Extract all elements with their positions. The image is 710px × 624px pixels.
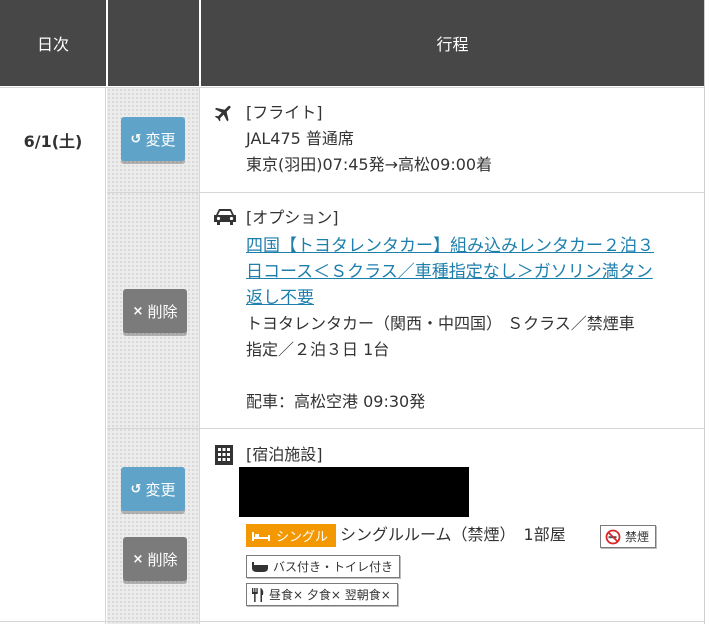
column-header-actions bbox=[108, 0, 199, 86]
day-date: 6/1(土) bbox=[23, 132, 83, 151]
header-divider bbox=[0, 87, 704, 88]
hotel-change-button[interactable]: ↺ 変更 bbox=[121, 467, 185, 511]
option-detail-line: 指定／２泊３日 1台 bbox=[246, 340, 390, 359]
room-description: シングルルーム（禁煙） 1部屋 bbox=[340, 525, 566, 544]
smoking-badge: 禁煙 bbox=[600, 525, 657, 548]
option-delete-button[interactable]: × 削除 bbox=[123, 289, 187, 333]
fork-knife-icon bbox=[252, 587, 264, 602]
row-divider-2 bbox=[107, 428, 704, 429]
bath-icon bbox=[252, 561, 268, 572]
option-link-line[interactable]: 四国【トヨタレンタカー】組み込みレンタカー２泊３ bbox=[246, 233, 696, 259]
option-plan-link[interactable]: 四国【トヨタレンタカー】組み込みレンタカー２泊３ 日コース＜Ｓクラス／車種指定な… bbox=[246, 233, 696, 311]
column-header-itinerary: 行程 bbox=[201, 0, 704, 86]
option-link-line[interactable]: 返し不要 bbox=[246, 285, 696, 311]
hotel-category: [宿泊施設] bbox=[246, 445, 323, 464]
column-header-day: 日次 bbox=[0, 0, 106, 86]
day-header-label: 日次 bbox=[36, 35, 69, 54]
amenities-badge: バス付き・トイレ付き bbox=[246, 555, 401, 578]
undo-icon: ↺ bbox=[130, 131, 142, 147]
smoking-badge-label: 禁煙 bbox=[625, 530, 650, 544]
bed-icon bbox=[252, 531, 270, 541]
delete-button-label: 削除 bbox=[147, 550, 178, 569]
meals-badge: 昼食× 夕食× 翌朝食× bbox=[246, 583, 398, 606]
room-tag-label: シングル bbox=[276, 530, 329, 545]
car-icon bbox=[214, 209, 236, 225]
amenities-label: バス付き・トイレ付き bbox=[273, 560, 394, 574]
redacted-hotel-name bbox=[239, 467, 469, 517]
row-divider-3 bbox=[0, 621, 704, 622]
option-pickup: 配車：高松空港 09:30発 bbox=[246, 392, 426, 411]
hotel-delete-button[interactable]: × 削除 bbox=[123, 537, 187, 581]
meals-label: 昼食× 夕食× 翌朝食× bbox=[269, 588, 391, 602]
close-icon: × bbox=[132, 551, 144, 567]
option-detail-line: トヨタレンタカー（関西・中四国） Ｓクラス／禁煙車 bbox=[246, 314, 635, 333]
option-category: [オプション] bbox=[246, 208, 339, 227]
airplane-icon bbox=[214, 105, 231, 122]
close-icon: × bbox=[132, 303, 144, 319]
flight-route: 東京(羽田)07:45発→高松09:00着 bbox=[246, 155, 493, 174]
itinerary-header-label: 行程 bbox=[436, 35, 469, 54]
row-divider-1 bbox=[107, 192, 704, 193]
change-button-label: 変更 bbox=[145, 480, 176, 499]
no-smoking-icon bbox=[605, 529, 621, 544]
room-type-tag: シングル bbox=[246, 524, 337, 547]
flight-change-button[interactable]: ↺ 変更 bbox=[121, 117, 185, 161]
undo-icon: ↺ bbox=[130, 481, 142, 497]
building-icon bbox=[215, 445, 233, 465]
flight-number: JAL475 普通席 bbox=[246, 129, 354, 148]
day-column bbox=[0, 88, 106, 624]
table-right-edge bbox=[704, 0, 710, 624]
delete-button-label: 削除 bbox=[147, 302, 178, 321]
flight-category: [フライト] bbox=[246, 103, 323, 122]
option-link-line[interactable]: 日コース＜Ｓクラス／車種指定なし＞ガソリン満タン bbox=[246, 259, 696, 285]
change-button-label: 変更 bbox=[145, 130, 176, 149]
